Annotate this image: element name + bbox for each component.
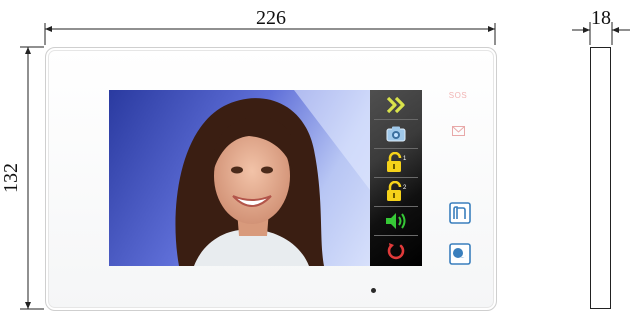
depth-dimension-label: 18 <box>591 7 611 29</box>
height-dimension-label: 132 <box>0 163 22 193</box>
power-icon[interactable] <box>370 235 422 266</box>
intercom-icon[interactable] <box>449 243 471 270</box>
double-chevron-right-icon[interactable] <box>370 90 422 119</box>
sos-button-label[interactable]: SOS <box>443 91 473 100</box>
video-screen <box>109 90 370 266</box>
envelope-icon[interactable] <box>452 123 465 141</box>
svg-text:2: 2 <box>403 185 407 191</box>
unlock-1-icon[interactable]: 1 <box>370 148 422 177</box>
door-icon[interactable] <box>449 202 471 229</box>
unlock-2-icon[interactable]: 2 <box>370 177 422 206</box>
camera-icon[interactable] <box>370 119 422 148</box>
width-dimension-label: 226 <box>256 7 286 29</box>
svg-text:1: 1 <box>403 156 407 162</box>
indicator-led <box>371 288 376 293</box>
speaker-volume-icon[interactable] <box>370 206 422 235</box>
device-side-profile <box>590 47 611 309</box>
screen-menu-bar: 1 2 <box>370 90 422 266</box>
visitor-portrait-image <box>175 90 370 266</box>
